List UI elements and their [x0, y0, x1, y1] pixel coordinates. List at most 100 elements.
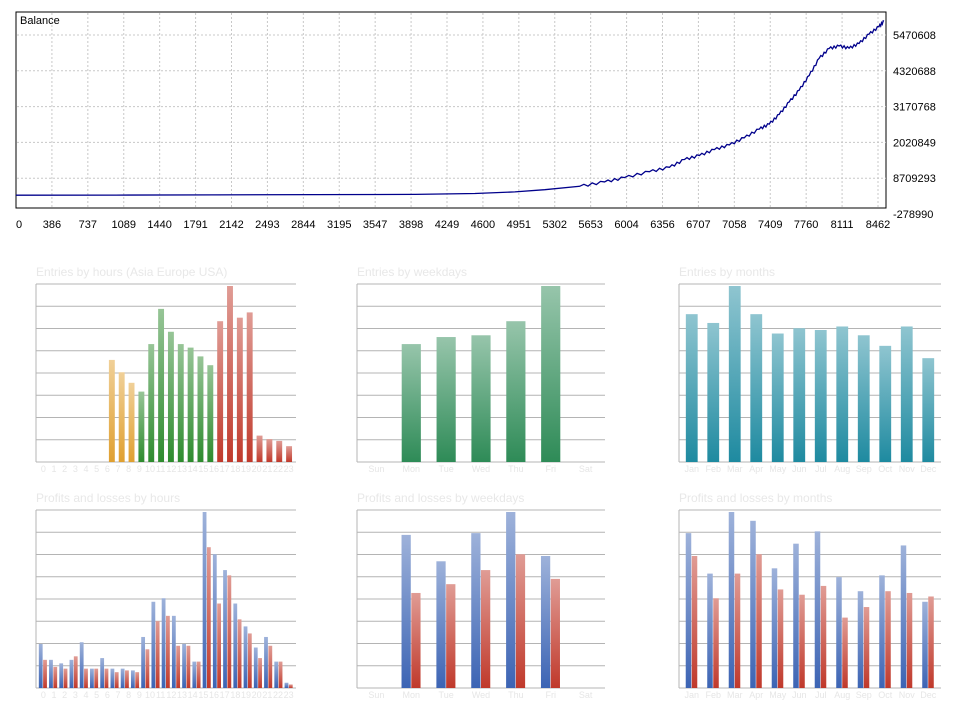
bar-pl-months-series-1: [713, 598, 719, 688]
panel-x-tick: 0: [41, 464, 46, 474]
panel-x-tick: 0: [41, 690, 46, 700]
bar-pl-hours-series-1: [84, 668, 88, 688]
panel-x-tick: Feb: [705, 464, 721, 474]
panel-x-tick: 2: [62, 464, 67, 474]
panel-x-tick: Aug: [834, 690, 850, 700]
bar-entries-months: [836, 326, 849, 462]
bar-entries-months: [900, 326, 913, 462]
bar-pl-months-series-0: [857, 591, 864, 688]
bar-entries-hours: [148, 344, 155, 462]
bar-pl-weekdays-series-0: [401, 534, 411, 688]
bar-entries-hours: [286, 446, 293, 462]
bar-pl-months-series-1: [842, 617, 848, 688]
balance-y-tick: 2020849: [893, 137, 936, 149]
bar-pl-weekdays-series-0: [540, 556, 551, 688]
panel-x-tick: 11: [156, 464, 165, 474]
bar-pl-months-series-0: [793, 543, 799, 688]
bar-pl-hours-series-1: [206, 547, 211, 688]
report-canvas: Balance 0 386 737 1089 1440 1791 2142 2493 2844 31…: [0, 0, 970, 720]
panel-x-tick: Wed: [472, 690, 490, 700]
balance-y-tick: 4320688: [893, 66, 936, 78]
balance-x-tick: 4600: [471, 219, 495, 231]
panel-x-tick: 10: [145, 690, 155, 700]
bar-pl-months-series-0: [900, 545, 907, 688]
bar-pl-hours-series-1: [135, 672, 140, 688]
bar-pl-weekdays-series-1: [481, 570, 491, 688]
bar-pl-months-series-1: [885, 591, 891, 688]
panel-x-tick: 17: [220, 464, 230, 474]
bar-pl-hours-series-0: [233, 603, 238, 688]
bar-pl-hours-series-1: [145, 649, 150, 688]
bar-pl-hours-series-0: [243, 626, 248, 688]
bar-entries-hours: [197, 356, 204, 462]
bar-pl-hours-series-0: [274, 661, 279, 688]
bar-pl-months-series-1: [734, 573, 741, 688]
bar-pl-hours-series-0: [202, 512, 207, 688]
balance-y-tick: 3170768: [893, 102, 936, 114]
bar-entries-hours: [217, 321, 224, 462]
bar-pl-hours-series-1: [125, 670, 129, 688]
bar-entries-months: [685, 314, 698, 462]
bar-pl-hours-series-1: [186, 645, 191, 688]
bar-pl-hours-series-0: [264, 636, 268, 688]
panel-title-entries-months: Entries by months: [679, 265, 775, 279]
panel-x-tick: Oct: [878, 464, 893, 474]
bar-pl-months-series-1: [928, 596, 934, 688]
balance-x-tick: 7058: [722, 219, 746, 231]
bar-entries-hours: [246, 312, 253, 462]
bar-pl-hours-series-0: [161, 598, 166, 688]
panel-x-tick: Sep: [856, 690, 872, 700]
bar-pl-hours-series-0: [59, 663, 64, 688]
balance-x-tick: 2844: [291, 219, 315, 231]
balance-x-tick: 6356: [650, 219, 674, 231]
bar-entries-weekdays: [471, 335, 491, 462]
panel-x-tick: 18: [230, 464, 240, 474]
panel-x-tick: Tue: [439, 690, 454, 700]
panel-x-tick: 21: [262, 690, 272, 700]
panel-x-tick: 1: [51, 464, 56, 474]
bar-pl-hours-series-1: [155, 621, 160, 688]
panel-x-tick: 12: [166, 690, 176, 700]
bar-pl-months-series-1: [756, 554, 762, 688]
panel-x-tick: Sun: [368, 690, 384, 700]
bar-pl-hours-series-0: [253, 647, 258, 688]
panel-x-tick: Aug: [834, 464, 850, 474]
panel-x-tick: 16: [209, 690, 219, 700]
bar-pl-hours-series-0: [110, 668, 115, 688]
bar-pl-hours-series-1: [43, 659, 47, 688]
panel-x-tick: 4: [83, 464, 88, 474]
panel-x-tick: 22: [273, 464, 283, 474]
panel-x-tick: Thu: [508, 690, 524, 700]
panel-title-pl-hours: Profits and losses by hours: [36, 491, 180, 505]
panel-x-tick: 1: [51, 690, 56, 700]
panel-title-pl-months: Profits and losses by months: [679, 491, 832, 505]
panel-x-tick: Wed: [472, 464, 490, 474]
bar-entries-months: [793, 328, 806, 462]
bar-entries-months: [922, 358, 935, 462]
panel-x-tick: 18: [230, 690, 240, 700]
panel-x-tick: 6: [105, 690, 110, 700]
bar-entries-months: [857, 335, 870, 462]
balance-x-tick: 7409: [758, 219, 782, 231]
panel-x-tick: 7: [115, 464, 120, 474]
bar-pl-months-series-0: [750, 520, 756, 688]
bar-pl-hours-series-1: [258, 658, 262, 688]
panel-x-tick: Feb: [705, 690, 721, 700]
panel-x-tick: 13: [177, 690, 187, 700]
bar-entries-hours: [276, 440, 283, 462]
balance-x-tick: 3547: [363, 219, 387, 231]
bar-pl-months-series-1: [863, 607, 870, 688]
bar-pl-hours-series-1: [217, 603, 222, 688]
bar-pl-hours-series-1: [104, 668, 109, 688]
panel-x-tick: 12: [166, 464, 176, 474]
panel-x-tick: 3: [73, 464, 78, 474]
panel-x-tick: Mon: [403, 464, 421, 474]
panel-x-tick: Jun: [792, 464, 807, 474]
bar-pl-hours-series-0: [69, 659, 74, 688]
bar-entries-hours: [108, 359, 115, 462]
bar-pl-hours-series-1: [166, 615, 170, 688]
bar-entries-hours: [128, 382, 135, 462]
panel-x-tick: 20: [252, 690, 262, 700]
balance-x-tick: 2493: [255, 219, 279, 231]
bar-pl-hours-series-1: [288, 684, 293, 688]
